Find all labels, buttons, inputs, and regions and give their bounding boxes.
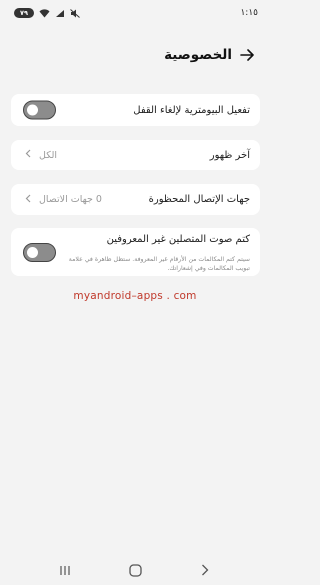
chevron-left-icon [25, 194, 31, 206]
page-title: الخصوصية [164, 47, 232, 63]
silence-unknown-row[interactable]: كتم صوت المتصلين غير المعروفين سيتم كتم … [11, 228, 260, 276]
recent-apps-icon[interactable] [53, 558, 77, 582]
signal-icon [55, 9, 65, 18]
battery-icon: ٧٩ [14, 8, 34, 18]
last-seen-value: الكل [39, 149, 57, 161]
toggle-knob [26, 104, 38, 115]
last-seen-value-wrap: الكل [25, 149, 57, 161]
status-bar: ٧٩ ١:١٥ [0, 0, 270, 26]
silence-unknown-toggle[interactable] [23, 243, 56, 262]
last-seen-row[interactable]: آخر ظهور الكل [11, 140, 260, 170]
mute-icon [70, 8, 80, 18]
biometric-unlock-row[interactable]: تفعيل البيومترية لإلغاء القفل [11, 94, 260, 126]
biometric-unlock-toggle[interactable] [23, 100, 56, 120]
home-icon[interactable] [123, 558, 147, 582]
back-icon[interactable] [193, 558, 217, 582]
silence-unknown-description: سيتم كتم المكالمات من الأرقام غير المعرو… [68, 256, 250, 272]
status-icons: ٧٩ [14, 8, 80, 18]
blocked-contacts-label: جهات الإتصال المحظورة [148, 194, 250, 205]
blocked-contacts-row[interactable]: جهات الإتصال المحظورة 0 جهات الاتصال [11, 184, 260, 215]
blocked-contacts-value: 0 جهات الاتصال [39, 194, 102, 205]
watermark: myandroid–apps . com [73, 290, 197, 302]
silence-unknown-label: كتم صوت المتصلين غير المعروفين [106, 234, 250, 245]
status-time: ١:١٥ [240, 8, 258, 18]
back-arrow-icon[interactable] [240, 49, 254, 61]
toggle-knob [26, 246, 38, 258]
biometric-unlock-label: تفعيل البيومترية لإلغاء القفل [133, 104, 250, 116]
navigation-bar [0, 555, 270, 585]
blocked-contacts-value-wrap: 0 جهات الاتصال [25, 194, 102, 206]
wifi-icon [39, 8, 50, 18]
last-seen-label: آخر ظهور [209, 149, 250, 161]
header: الخصوصية [0, 40, 270, 70]
chevron-left-icon [25, 149, 31, 161]
